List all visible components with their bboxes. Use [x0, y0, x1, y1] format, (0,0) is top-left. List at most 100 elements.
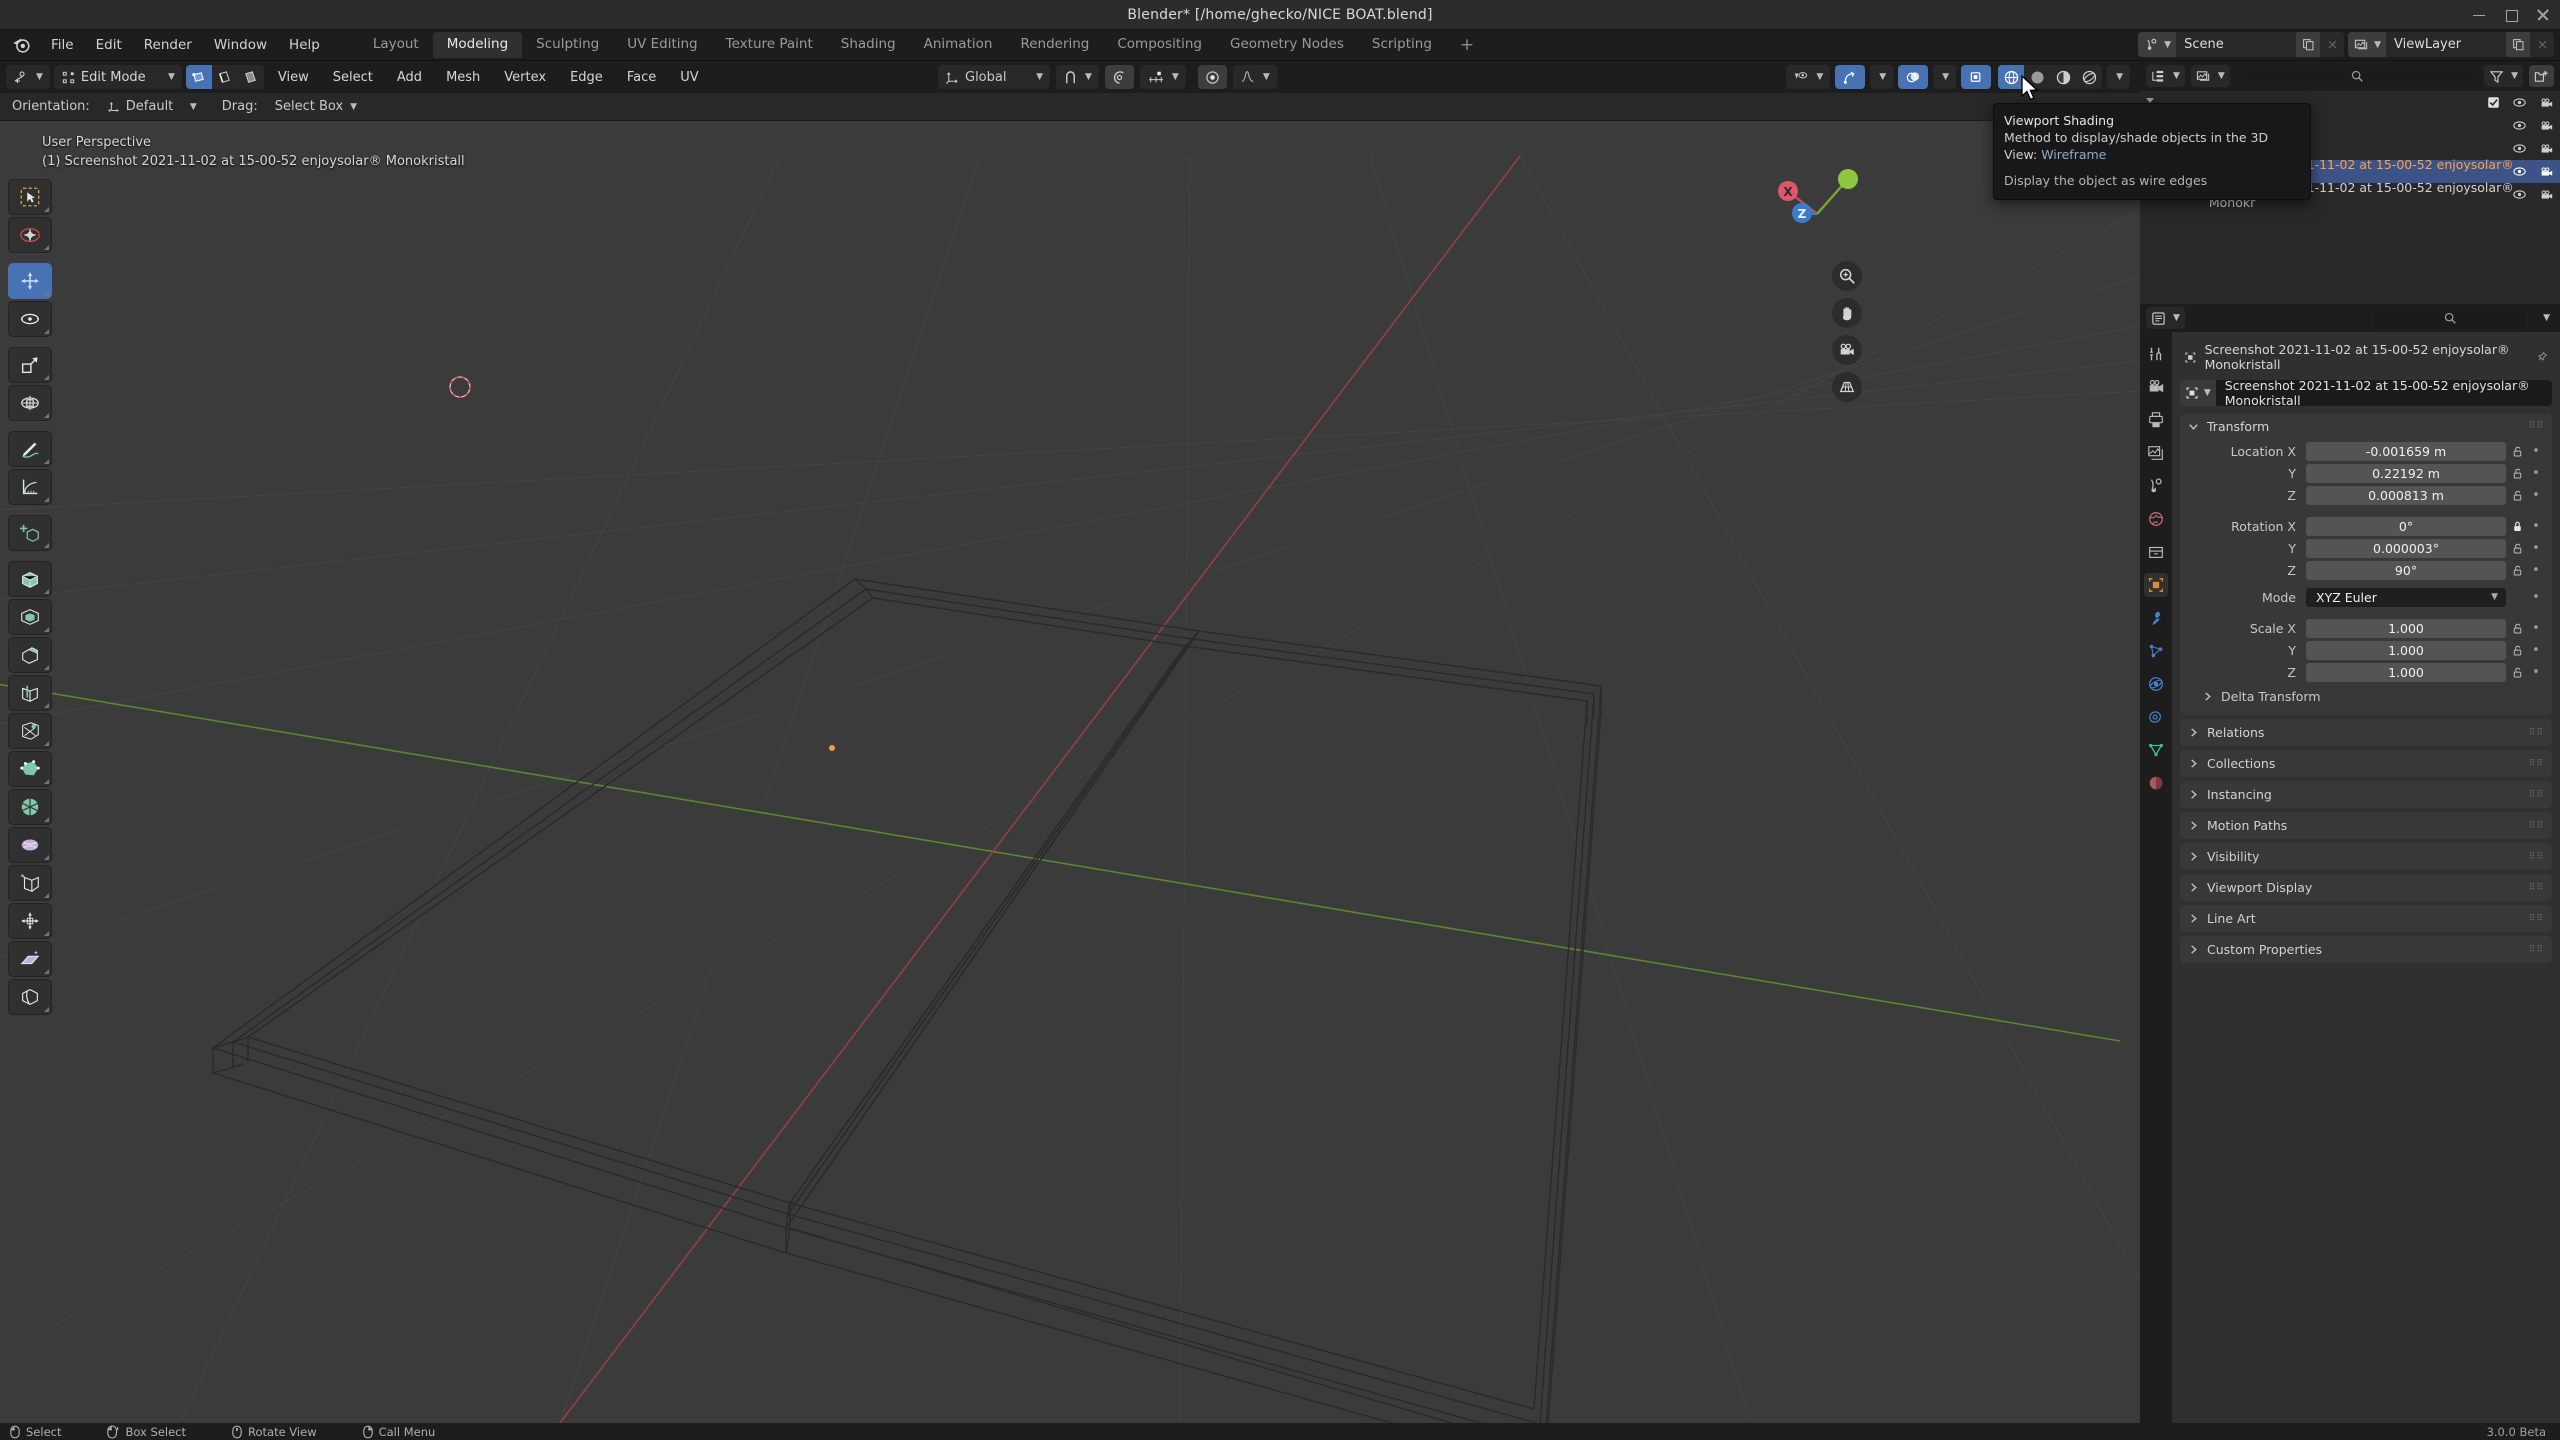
- falloff-curve-selector[interactable]: ▼: [1233, 65, 1277, 89]
- scale-y-input[interactable]: 1.000: [2306, 641, 2506, 660]
- panel-line-art[interactable]: Line Art ⠿⠿: [2180, 905, 2552, 932]
- lock-open-icon[interactable]: [2506, 467, 2528, 480]
- rotation-mode-select[interactable]: XYZ Euler ▼: [2306, 588, 2506, 607]
- tool-edge-slide[interactable]: [8, 865, 52, 901]
- viewport-menu-view[interactable]: View: [268, 65, 319, 89]
- lock-open-icon[interactable]: [2506, 542, 2528, 555]
- delta-transform-subpanel[interactable]: Delta Transform: [2188, 684, 2544, 707]
- location-y-input[interactable]: 0.22192 m: [2306, 464, 2506, 483]
- proportional-edit-button[interactable]: [1105, 65, 1134, 89]
- new-viewlayer-button[interactable]: [2506, 32, 2530, 57]
- delete-scene-button[interactable]: [2320, 32, 2344, 57]
- properties-tab-constraints[interactable]: [2144, 705, 2168, 729]
- animate-dot-icon[interactable]: •: [2528, 488, 2544, 503]
- vertex-select-icon[interactable]: [186, 65, 212, 89]
- lock-closed-icon[interactable]: [2506, 520, 2528, 533]
- tool-loop-cut[interactable]: [8, 675, 52, 711]
- pan-hand-icon[interactable]: [1832, 298, 1862, 328]
- workspace-tab-shading[interactable]: Shading: [827, 32, 910, 59]
- object-type-icon[interactable]: ▼: [2180, 380, 2216, 406]
- properties-tab-output[interactable]: [2144, 408, 2168, 432]
- edge-select-icon[interactable]: [212, 65, 238, 89]
- tool-bevel[interactable]: [8, 637, 52, 673]
- properties-tab-tool[interactable]: [2144, 342, 2168, 366]
- workspace-tab-compositing[interactable]: Compositing: [1103, 32, 1216, 59]
- tool-scale[interactable]: [8, 347, 52, 383]
- properties-tab-object[interactable]: [2144, 573, 2168, 597]
- overlays-dropdown[interactable]: ▼: [1933, 65, 1956, 89]
- camera-render-icon[interactable]: [2539, 119, 2554, 132]
- rotation-y-input[interactable]: 0.000003°: [2306, 539, 2506, 558]
- checkbox-icon[interactable]: [2487, 96, 2500, 109]
- animate-dot-icon[interactable]: •: [2528, 563, 2544, 578]
- 3d-viewport[interactable]: ▼ Edit Mode ▼: [0, 61, 2140, 1423]
- snap-magnet-button[interactable]: ▼: [1056, 65, 1099, 89]
- tool-rip-region[interactable]: [8, 979, 52, 1015]
- axis-gizmo-icon[interactable]: X Z: [1762, 159, 1872, 269]
- view-layer-icon[interactable]: ▼: [2348, 32, 2386, 57]
- scene-icon[interactable]: ▼: [2138, 32, 2176, 57]
- workspace-tab-animation[interactable]: Animation: [910, 32, 1007, 59]
- workspace-tab-texture-paint[interactable]: Texture Paint: [712, 32, 827, 59]
- viewport-menu-select[interactable]: Select: [323, 65, 383, 89]
- workspace-tab-geometry-nodes[interactable]: Geometry Nodes: [1216, 32, 1358, 59]
- transform-panel-header[interactable]: Transform ⠿⠿: [2180, 414, 2552, 439]
- menu-window[interactable]: Window: [203, 33, 278, 57]
- shading-rendered-icon[interactable]: [2076, 65, 2102, 89]
- chevron-down-icon[interactable]: ▼: [2543, 313, 2550, 323]
- viewport-menu-uv[interactable]: UV: [670, 65, 708, 89]
- properties-editor-type-button[interactable]: ▼: [2146, 307, 2185, 329]
- properties-tab-render[interactable]: [2144, 375, 2168, 399]
- camera-render-icon[interactable]: [2539, 165, 2554, 178]
- lock-open-icon[interactable]: [2506, 564, 2528, 577]
- properties-search-input[interactable]: [2375, 307, 2525, 329]
- eye-icon[interactable]: [2512, 96, 2527, 109]
- xray-toggle-button[interactable]: [1961, 65, 1991, 89]
- location-z-input[interactable]: 0.000813 m: [2306, 486, 2506, 505]
- workspace-tab-layout[interactable]: Layout: [359, 32, 433, 59]
- viewport-menu-add[interactable]: Add: [387, 65, 432, 89]
- workspace-tab-scripting[interactable]: Scripting: [1358, 32, 1446, 59]
- eye-icon[interactable]: [2512, 165, 2527, 178]
- viewlayer-name[interactable]: ViewLayer: [2386, 32, 2506, 57]
- tool-move[interactable]: [8, 263, 52, 299]
- properties-tab-particles[interactable]: [2144, 639, 2168, 663]
- rotation-x-input[interactable]: 0°: [2306, 517, 2506, 536]
- animate-dot-icon[interactable]: •: [2528, 466, 2544, 481]
- panel-custom-properties[interactable]: Custom Properties ⠿⠿: [2180, 936, 2552, 963]
- gizmo-toggle-button[interactable]: [1835, 65, 1865, 89]
- properties-tab-world[interactable]: [2144, 507, 2168, 531]
- eye-icon[interactable]: [2512, 119, 2527, 132]
- drag-action-selector[interactable]: Select Box ▼: [268, 95, 364, 119]
- viewport-menu-edge[interactable]: Edge: [560, 65, 613, 89]
- tool-add-cube[interactable]: [8, 515, 52, 551]
- animate-dot-icon[interactable]: •: [2528, 590, 2544, 605]
- lock-open-icon[interactable]: [2506, 644, 2528, 657]
- properties-tab-scene[interactable]: [2144, 474, 2168, 498]
- pin-icon[interactable]: [2536, 350, 2548, 364]
- location-x-input[interactable]: -0.001659 m: [2306, 442, 2506, 461]
- add-workspace-button[interactable]: +: [1446, 37, 1488, 54]
- lock-open-icon[interactable]: [2506, 489, 2528, 502]
- panel-visibility[interactable]: Visibility ⠿⠿: [2180, 843, 2552, 870]
- properties-editor[interactable]: ▼ ▼: [2140, 304, 2560, 1423]
- face-select-icon[interactable]: [238, 65, 264, 89]
- proportional-falloff-selector[interactable]: ▼: [1140, 65, 1186, 89]
- shading-dropdown[interactable]: ▼: [2107, 65, 2130, 89]
- tool-transform[interactable]: [8, 385, 52, 421]
- transform-orientation-selector[interactable]: Global ▼: [938, 65, 1050, 89]
- object-name-field[interactable]: ▼ Screenshot 2021-11-02 at 15-00-52 enjo…: [2180, 380, 2552, 406]
- object-name-value[interactable]: Screenshot 2021-11-02 at 15-00-52 enjoys…: [2216, 378, 2552, 408]
- panel-relations[interactable]: Relations ⠿⠿: [2180, 719, 2552, 746]
- maximize-button[interactable]: [2504, 8, 2518, 22]
- panel-motion-paths[interactable]: Motion Paths ⠿⠿: [2180, 812, 2552, 839]
- menu-render[interactable]: Render: [133, 33, 203, 57]
- animate-dot-icon[interactable]: •: [2528, 643, 2544, 658]
- camera-render-icon[interactable]: [2539, 188, 2554, 201]
- eye-icon[interactable]: [2512, 188, 2527, 201]
- tool-tweak[interactable]: [8, 179, 52, 215]
- animate-dot-icon[interactable]: •: [2528, 665, 2544, 680]
- tool-poly-build[interactable]: [8, 751, 52, 787]
- tool-rotate[interactable]: [8, 301, 52, 337]
- outliner-editor-type-button[interactable]: ▼: [2146, 65, 2185, 87]
